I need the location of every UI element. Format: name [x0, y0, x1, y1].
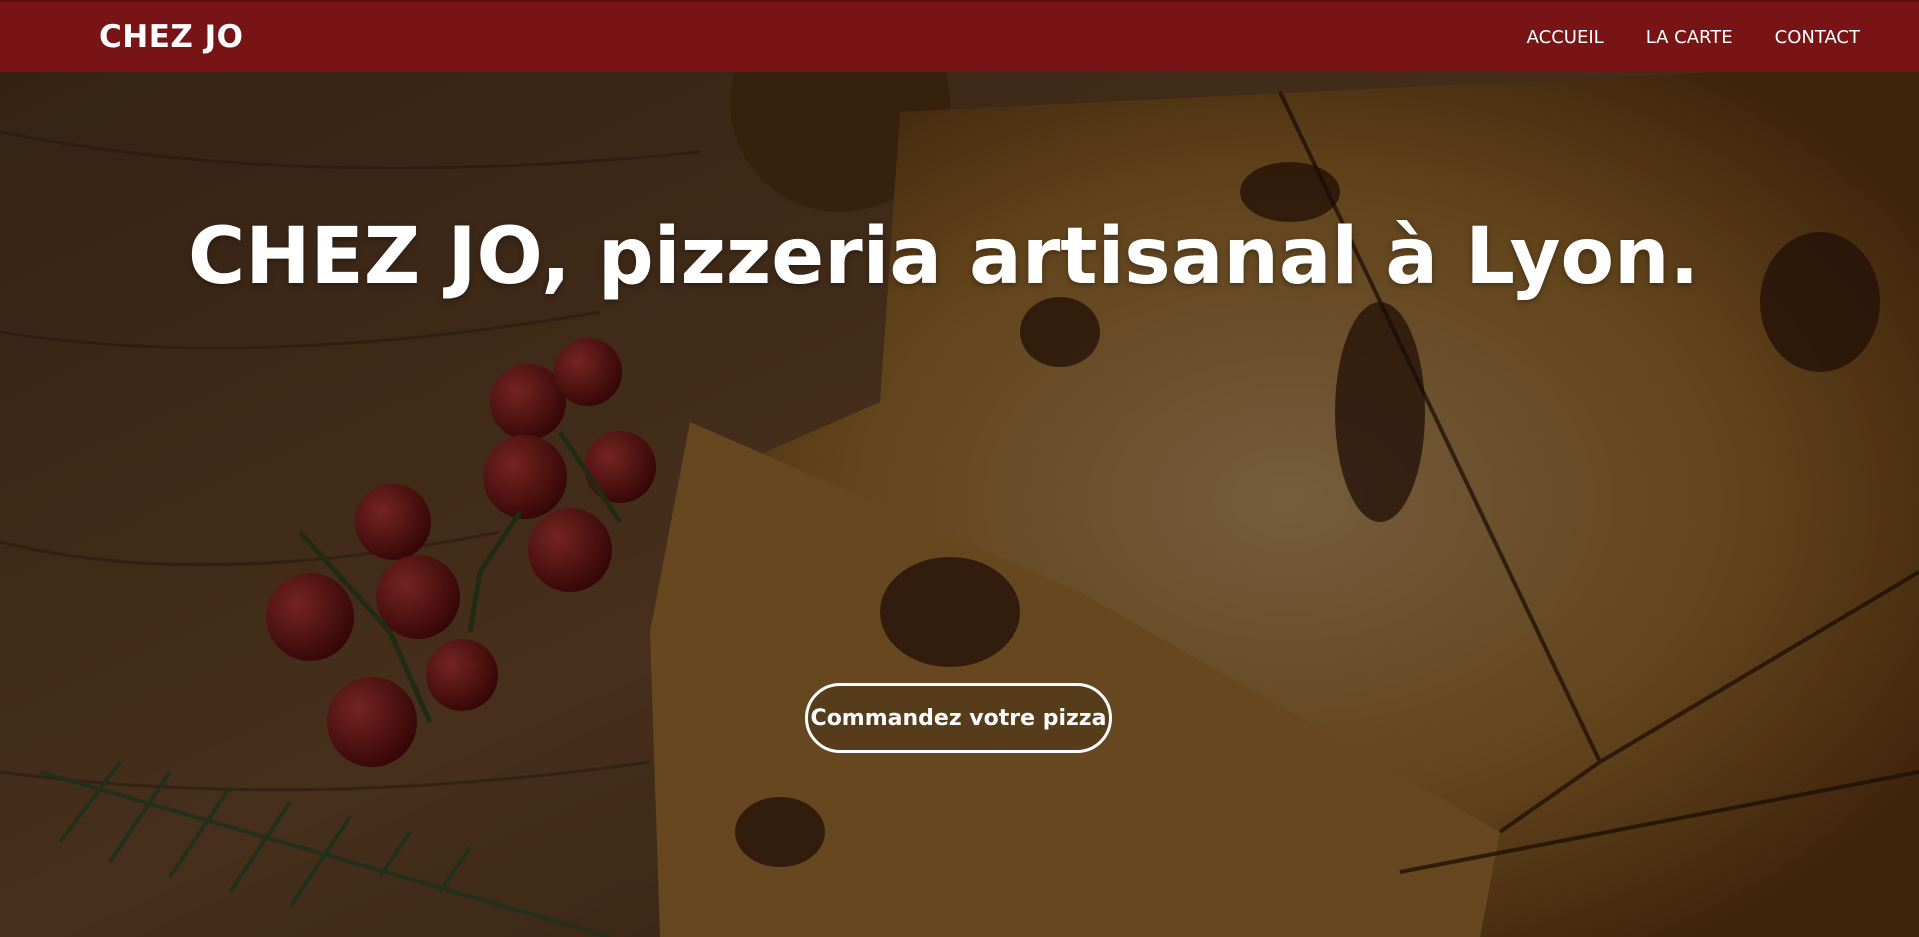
hero-section: CHEZ JO, pizzeria artisanal à Lyon. Comm…: [0, 72, 1919, 937]
nav-link-accueil[interactable]: ACCUEIL: [1527, 27, 1604, 48]
main-nav: ACCUEIL LA CARTE CONTACT: [1527, 27, 1860, 48]
order-pizza-button[interactable]: Commandez votre pizza: [805, 683, 1112, 753]
hero-title: CHEZ JO, pizzeria artisanal à Lyon.: [188, 212, 1700, 302]
site-header: CHEZ JO ACCUEIL LA CARTE CONTACT: [0, 0, 1919, 72]
nav-link-la-carte[interactable]: LA CARTE: [1646, 27, 1733, 48]
hero-background-image: [0, 72, 1919, 937]
nav-link-contact[interactable]: CONTACT: [1775, 27, 1860, 48]
brand-logo[interactable]: CHEZ JO: [99, 19, 244, 55]
